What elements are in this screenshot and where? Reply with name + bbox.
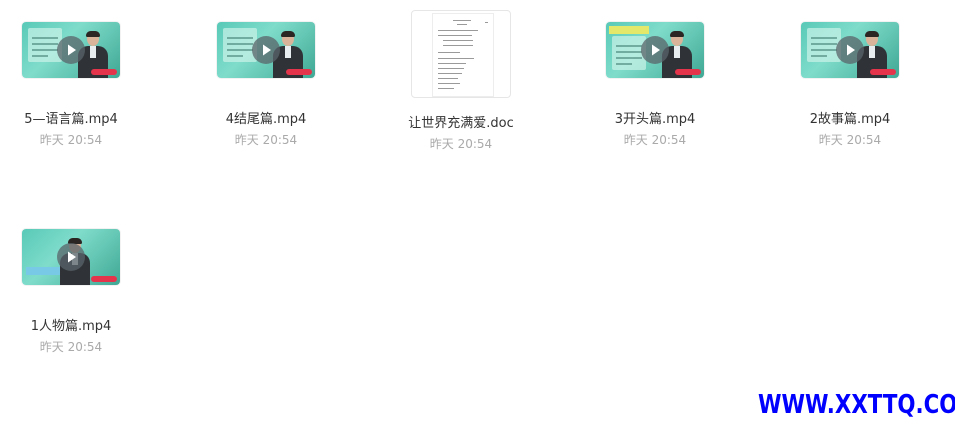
file-item-video[interactable]: 3开头篇.mp4 昨天 20:54 [580,22,730,148]
file-time: 昨天 20:54 [39,340,103,354]
document-icon [432,13,494,97]
file-item-video[interactable]: 2故事篇.mp4 昨天 20:54 [775,22,925,148]
play-icon[interactable] [57,36,85,64]
play-icon[interactable] [252,36,280,64]
video-thumbnail[interactable] [22,22,120,78]
thumbnail-logo [91,69,117,75]
play-icon[interactable] [641,36,669,64]
thumbnail-logo [870,69,896,75]
file-name[interactable]: 3开头篇.mp4 [580,112,730,128]
file-item-document[interactable]: 让世界充满爱.doc 昨天 20:54 [386,10,536,152]
file-name[interactable]: 2故事篇.mp4 [775,112,925,128]
play-icon[interactable] [57,243,85,271]
thumbnail-logo [675,69,701,75]
file-item-video[interactable]: 4结尾篇.mp4 昨天 20:54 [191,22,341,148]
file-time: 昨天 20:54 [234,133,298,147]
file-time: 昨天 20:54 [623,133,687,147]
play-icon[interactable] [836,36,864,64]
file-grid: 5—语言篇.mp4 昨天 20:54 4结尾篇.mp4 昨天 20:54 让世界… [0,0,955,425]
file-name[interactable]: 4结尾篇.mp4 [191,112,341,128]
file-item-video[interactable]: 1人物篇.mp4 昨天 20:54 [0,229,146,355]
video-thumbnail[interactable] [801,22,899,78]
thumbnail-logo [91,276,117,282]
watermark: WWW.XXTTQ.COM [758,390,955,420]
file-name[interactable]: 1人物篇.mp4 [0,319,146,335]
video-thumbnail[interactable] [22,229,120,285]
file-name[interactable]: 5—语言篇.mp4 [0,112,146,128]
file-item-video[interactable]: 5—语言篇.mp4 昨天 20:54 [0,22,146,148]
file-name[interactable]: 让世界充满爱.doc [386,116,536,132]
video-thumbnail[interactable] [217,22,315,78]
thumbnail-logo [286,69,312,75]
file-time: 昨天 20:54 [39,133,103,147]
file-time: 昨天 20:54 [818,133,882,147]
document-thumbnail[interactable] [411,10,511,98]
video-thumbnail[interactable] [606,22,704,78]
thumbnail-title-banner [609,26,649,34]
file-time: 昨天 20:54 [429,137,493,151]
